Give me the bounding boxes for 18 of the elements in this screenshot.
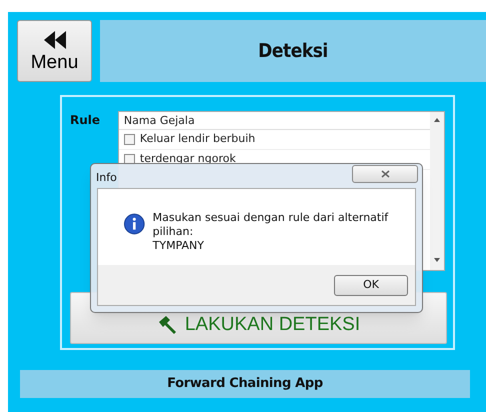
symptom-label: Keluar lendir berbuih [140,131,256,148]
double-left-arrow-icon [44,30,66,48]
checkbox[interactable] [124,134,135,145]
ok-button[interactable]: OK [334,275,408,296]
scroll-up-icon [434,118,440,122]
close-button[interactable] [352,165,418,183]
info-icon [124,213,145,235]
hammer-icon [156,316,179,334]
scroll-down-icon [434,258,440,262]
dialog-message: Masukan sesuai dengan rule dari alternatif pilihan: [152,211,390,239]
page-title: Deteksi [258,38,328,64]
menu-button[interactable]: Menu [17,20,92,82]
symptom-label: terdengar ngorok [140,151,236,168]
column-header: Nama Gejala [118,112,430,130]
app-name: Forward Chaining App [167,375,323,394]
dialog-result: TYMPANY [152,239,205,253]
close-icon [380,170,390,178]
dialog-title: Info [96,170,117,186]
